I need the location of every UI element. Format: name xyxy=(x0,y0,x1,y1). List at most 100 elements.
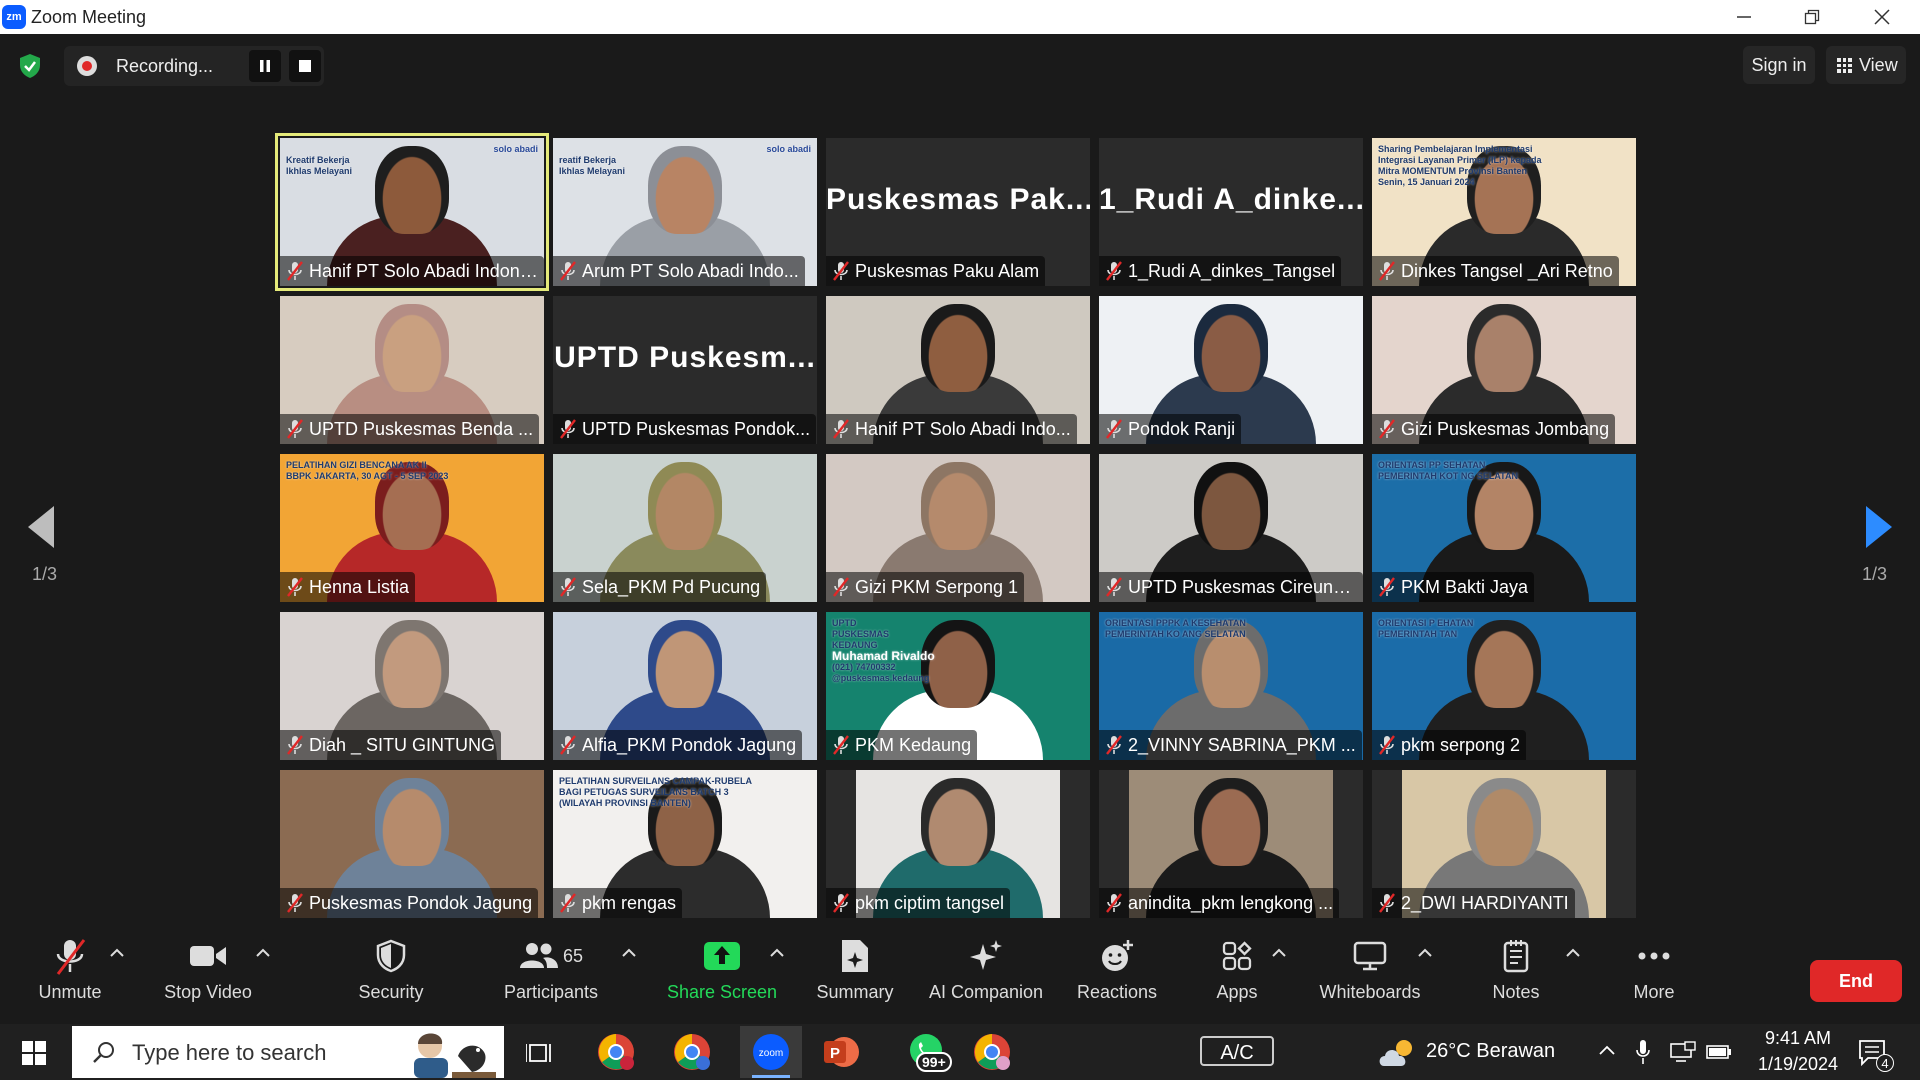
whiteboard-icon xyxy=(1353,941,1387,971)
participant-tile[interactable]: Gizi Puskesmas Jombang xyxy=(1372,296,1636,444)
previous-page-arrow-icon[interactable] xyxy=(28,506,56,548)
notes-options-chevron-icon[interactable] xyxy=(1564,946,1582,960)
chrome-profile-3-icon[interactable] xyxy=(970,1030,1014,1074)
participant-name: Diah _ SITU GINTUNG xyxy=(309,734,496,755)
participant-head xyxy=(375,778,449,866)
end-meeting-button[interactable]: End xyxy=(1810,960,1902,1002)
participant-tile[interactable]: anindita_pkm lengkong ... xyxy=(1099,770,1363,918)
grid-view-icon xyxy=(1837,58,1852,73)
participant-tile[interactable]: ORIENTASI PPPK A KESEHATAN PEMERINTAH KO … xyxy=(1099,612,1363,760)
weather-text[interactable]: 26°C Berawan xyxy=(1426,1040,1555,1063)
participant-tile[interactable]: UPTD Puskesm... UPTD Puskesmas Pondok... xyxy=(553,296,817,444)
minimize-button[interactable] xyxy=(1714,0,1774,34)
network-tray-icon[interactable] xyxy=(1670,1041,1696,1063)
whatsapp-icon[interactable]: 99+ xyxy=(896,1030,956,1074)
participant-tile[interactable]: Diah _ SITU GINTUNG xyxy=(280,612,544,760)
participant-name: Hanif PT Solo Abadi Indo... xyxy=(855,418,1071,439)
participant-tile[interactable]: Sela_PKM Pd Pucung xyxy=(553,454,817,602)
reactions-button[interactable]: Reactions xyxy=(1072,936,1162,1016)
background-text-line: Muhamad Rivaldo xyxy=(832,649,935,663)
video-camera-icon xyxy=(190,946,226,966)
encryption-shield-icon[interactable] xyxy=(18,53,42,79)
apps-button[interactable]: Apps xyxy=(1200,936,1274,1016)
microphone-tray-icon[interactable] xyxy=(1636,1039,1650,1065)
chrome-profile-2-icon[interactable] xyxy=(670,1030,714,1074)
task-view-icon[interactable] xyxy=(526,1040,554,1066)
participant-tile[interactable]: solo abadi Kreatif Bekerja Ikhlas Melayani… xyxy=(275,133,549,291)
participant-tile[interactable]: Sharing Pembelajaran Implementasi Integra… xyxy=(1372,138,1636,286)
unmute-button[interactable]: Unmute xyxy=(24,936,116,1016)
participant-tile[interactable]: pkm ciptim tangsel xyxy=(826,770,1090,918)
battery-tray-icon[interactable] xyxy=(1706,1043,1732,1061)
share-options-chevron-icon[interactable] xyxy=(768,946,786,960)
muted-mic-icon xyxy=(560,893,576,913)
participant-tile[interactable]: Gizi PKM Serpong 1 xyxy=(826,454,1090,602)
virtual-background-text: ORIENTASI PP SEHATAN PEMERINTAH KOT NG SE… xyxy=(1378,460,1630,482)
share-screen-button[interactable]: Share Screen xyxy=(664,936,780,1016)
pause-recording-button[interactable] xyxy=(249,50,281,82)
zoom-app-taskbar-icon[interactable]: zoom xyxy=(740,1026,802,1078)
sign-in-button[interactable]: Sign in xyxy=(1743,46,1815,84)
taskbar-search-box[interactable]: Type here to search xyxy=(72,1026,504,1078)
whiteboards-options-chevron-icon[interactable] xyxy=(1416,946,1434,960)
participants-button[interactable]: 65 Participants xyxy=(496,936,606,1016)
view-button[interactable]: View xyxy=(1826,46,1906,84)
ai-companion-button[interactable]: AI Companion xyxy=(922,936,1050,1016)
summary-button[interactable]: Summary xyxy=(810,936,900,1016)
participant-name-label: Henna Listia xyxy=(280,572,416,602)
restore-button[interactable] xyxy=(1782,0,1842,34)
ac-indicator[interactable]: A/C xyxy=(1200,1036,1274,1066)
participant-name: Puskesmas Paku Alam xyxy=(855,260,1040,281)
participant-name: UPTD Puskesmas Cireund... xyxy=(1128,576,1357,597)
notes-button[interactable]: Notes xyxy=(1470,936,1562,1016)
participant-name-label: Sela_PKM Pd Pucung xyxy=(553,572,767,602)
participant-tile[interactable]: PELATIHAN SURVEILANS CAMPAK-RUBELA BAGI P… xyxy=(553,770,817,918)
close-window-button[interactable] xyxy=(1852,0,1912,34)
participants-options-chevron-icon[interactable] xyxy=(620,946,638,960)
more-button[interactable]: More xyxy=(1612,936,1696,1016)
participant-tile[interactable]: PELATIHAN GIZI BENCANA AK II BBPK JAKARTA… xyxy=(280,454,544,602)
participant-name-label: UPTD Puskesmas Benda ... xyxy=(280,414,540,444)
tray-overflow-chevron-icon[interactable] xyxy=(1598,1044,1616,1056)
share-screen-icon xyxy=(704,942,740,970)
stop-recording-button[interactable] xyxy=(289,50,321,82)
clock-time[interactable]: 9:41 AM xyxy=(1750,1028,1846,1049)
participant-tile[interactable]: 1_Rudi A_dinke... 1_Rudi A_dinkes_Tangsel xyxy=(1099,138,1363,286)
video-options-chevron-icon[interactable] xyxy=(254,946,272,960)
participant-tile[interactable]: Puskesmas Pak... Puskesmas Paku Alam xyxy=(826,138,1090,286)
participant-tile[interactable]: Alfia_PKM Pondok Jagung xyxy=(553,612,817,760)
apps-options-chevron-icon[interactable] xyxy=(1270,946,1288,960)
muted-mic-icon xyxy=(1106,577,1122,597)
participant-tile[interactable]: Puskesmas Pondok Jagung xyxy=(280,770,544,918)
next-page-arrow-icon[interactable] xyxy=(1864,506,1892,548)
participant-tile[interactable]: solo abadi reatif Bekerja Ikhlas Melayani A… xyxy=(553,138,817,286)
muted-mic-icon xyxy=(560,261,576,281)
muted-mic-icon xyxy=(833,735,849,755)
audio-options-chevron-icon[interactable] xyxy=(108,946,126,960)
more-dots-icon xyxy=(1638,952,1670,960)
clock-date[interactable]: 1/19/2024 xyxy=(1744,1054,1852,1075)
weather-cloud-icon[interactable] xyxy=(1376,1038,1418,1068)
participant-name: Alfia_PKM Pondok Jagung xyxy=(582,734,797,755)
windows-start-icon[interactable] xyxy=(22,1041,46,1065)
participant-name-label: Hanif PT Solo Abadi Indo... xyxy=(826,414,1077,444)
participant-head xyxy=(1467,778,1541,866)
stop-video-button[interactable]: Stop Video xyxy=(158,936,258,1016)
participant-tile[interactable]: Pondok Ranji xyxy=(1099,296,1363,444)
participant-tile[interactable]: UPTD Puskesmas Benda ... xyxy=(280,296,544,444)
participant-tile[interactable]: Hanif PT Solo Abadi Indo... xyxy=(826,296,1090,444)
participant-tile[interactable]: ORIENTASI P EHATAN PEMERINTAH TAN pkm serp… xyxy=(1372,612,1636,760)
participant-tile[interactable]: UPTD Puskesmas Cireund... xyxy=(1099,454,1363,602)
security-button[interactable]: Security xyxy=(346,936,436,1016)
participant-tile[interactable]: UPTD PUSKESMAS KEDAUNG Muhamad Rivaldo (021)… xyxy=(826,612,1090,760)
participant-tile[interactable]: ORIENTASI PP SEHATAN PEMERINTAH KOT NG SE… xyxy=(1372,454,1636,602)
powerpoint-icon[interactable]: P xyxy=(818,1030,862,1074)
participant-tile[interactable]: 2_DWI HARDIYANTI xyxy=(1372,770,1636,918)
background-text-line: PUSKESMAS xyxy=(832,629,890,639)
whiteboards-button[interactable]: Whiteboards xyxy=(1312,936,1428,1016)
participant-name-label: 1_Rudi A_dinkes_Tangsel xyxy=(1099,256,1342,286)
chrome-profile-1-icon[interactable] xyxy=(594,1030,638,1074)
participant-head xyxy=(1194,304,1268,392)
muted-mic-icon xyxy=(1379,735,1395,755)
participant-name: pkm serpong 2 xyxy=(1401,734,1521,755)
